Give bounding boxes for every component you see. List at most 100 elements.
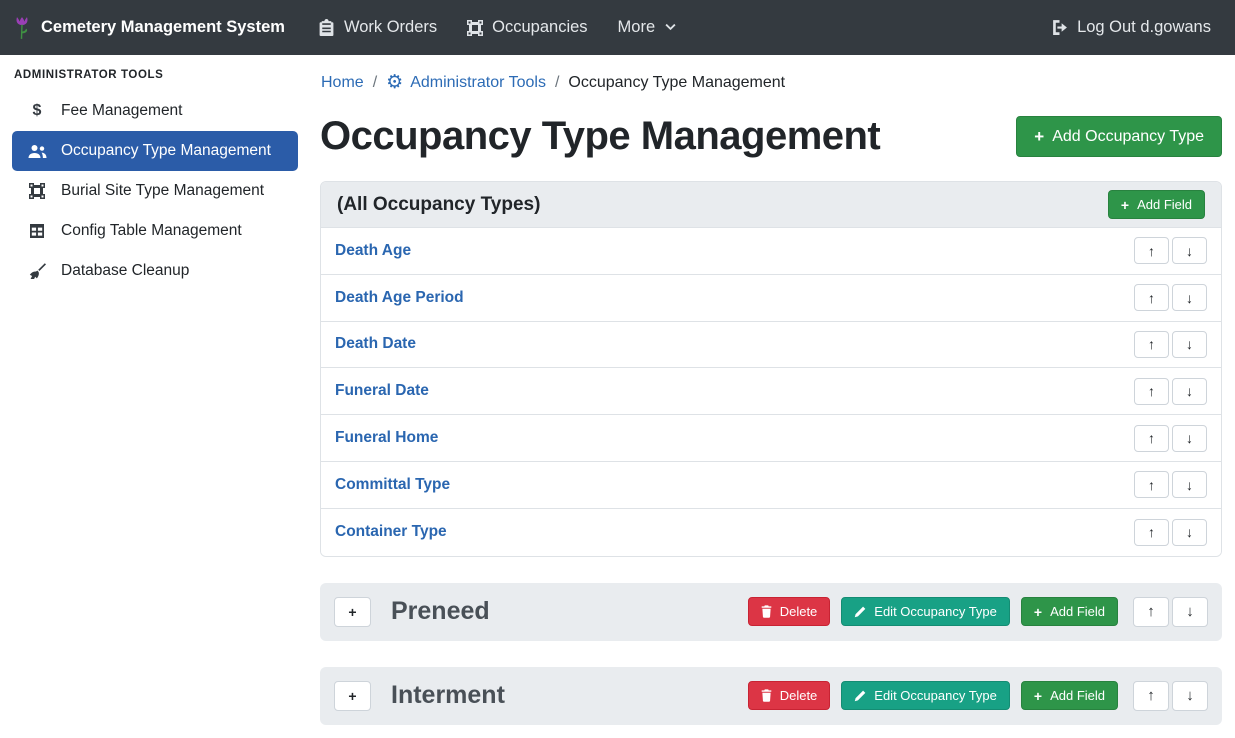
breadcrumb-home-link[interactable]: Home [321,74,364,92]
breadcrumb-admin-tools-label: Administrator Tools [410,74,546,92]
move-up-button[interactable]: ↑ [1134,425,1169,452]
users-icon [26,144,48,159]
add-occupancy-type-button[interactable]: + Add Occupancy Type [1016,116,1222,157]
up-arrow-icon: ↑ [1148,243,1155,259]
move-down-button[interactable]: ↓ [1172,681,1208,711]
plus-icon: + [1121,198,1129,212]
sidebar-item-label: Database Cleanup [61,262,189,280]
section-title: Preneed [391,597,748,626]
reorder-controls: ↑ ↓ [1134,378,1207,405]
edit-occupancy-type-button[interactable]: Edit Occupancy Type [841,597,1010,626]
sidebar-item-fee-management[interactable]: $ Fee Management [12,91,298,131]
up-arrow-icon: ↑ [1148,477,1155,493]
app-brand[interactable]: Cemetery Management System [12,15,285,41]
burial-site-icon [26,183,48,199]
reorder-controls: ↑ ↓ [1134,471,1207,498]
sidebar-item-label: Occupancy Type Management [61,142,271,160]
breadcrumb-separator: / [555,74,559,92]
nav-label: Occupancies [492,18,587,37]
sidebar-item-occupancy-type-management[interactable]: Occupancy Type Management [12,131,298,171]
field-row: Funeral Date ↑ ↓ [321,368,1221,415]
delete-button[interactable]: Delete [748,681,831,710]
down-arrow-icon: ↓ [1186,687,1194,704]
edit-occupancy-type-label: Edit Occupancy Type [874,604,997,619]
move-down-button[interactable]: ↓ [1172,237,1207,264]
nav-occupancies[interactable]: Occupancies [452,10,602,45]
reorder-controls: ↑ ↓ [1134,237,1207,264]
field-link-death-age-period[interactable]: Death Age Period [335,289,464,307]
section-actions: Delete Edit Occupancy Type + Add Field ↑… [748,681,1208,711]
occupancy-type-section-preneed: + Preneed Delete Edit Occupancy Type + A… [320,583,1222,641]
up-arrow-icon: ↑ [1147,687,1155,704]
reorder-controls: ↑ ↓ [1134,425,1207,452]
reorder-controls: ↑ ↓ [1134,284,1207,311]
up-arrow-icon: ↑ [1148,336,1155,352]
field-link-funeral-date[interactable]: Funeral Date [335,382,429,400]
gear-icon: ⚙ [386,73,403,92]
move-up-button[interactable]: ↑ [1134,237,1169,264]
plus-icon: + [1034,605,1042,619]
move-up-button[interactable]: ↑ [1134,378,1169,405]
occupancies-icon [467,20,483,36]
up-arrow-icon: ↑ [1148,383,1155,399]
delete-label: Delete [780,604,818,619]
section-title: Interment [391,681,748,710]
move-down-button[interactable]: ↓ [1172,471,1207,498]
edit-occupancy-type-label: Edit Occupancy Type [874,688,997,703]
move-up-button[interactable]: ↑ [1134,284,1169,311]
move-down-button[interactable]: ↓ [1172,519,1207,546]
table-icon [26,223,48,239]
page-title: Occupancy Type Management [320,114,880,159]
reorder-controls: ↑ ↓ [1134,331,1207,358]
move-up-button[interactable]: ↑ [1134,331,1169,358]
move-down-button[interactable]: ↓ [1172,597,1208,627]
delete-label: Delete [780,688,818,703]
field-link-container-type[interactable]: Container Type [335,523,447,541]
move-down-button[interactable]: ↓ [1172,284,1207,311]
add-field-button[interactable]: + Add Field [1108,190,1205,219]
move-up-button[interactable]: ↑ [1134,471,1169,498]
sidebar-item-label: Fee Management [61,102,183,120]
expand-section-button[interactable]: + [334,681,371,711]
nav-work-orders[interactable]: Work Orders [303,10,452,45]
move-up-button[interactable]: ↑ [1134,519,1169,546]
dollar-icon: $ [26,102,48,120]
add-field-button[interactable]: + Add Field [1021,681,1118,710]
expand-section-button[interactable]: + [334,597,371,627]
move-up-button[interactable]: ↑ [1133,681,1169,711]
logout-button[interactable]: Log Out d.gowans [1036,10,1211,45]
sidebar-item-label: Config Table Management [61,222,242,240]
up-arrow-icon: ↑ [1148,524,1155,540]
reorder-controls: ↑ ↓ [1134,519,1207,546]
field-link-funeral-home[interactable]: Funeral Home [335,429,438,447]
move-up-button[interactable]: ↑ [1133,597,1169,627]
plus-icon: + [1034,689,1042,703]
down-arrow-icon: ↓ [1186,603,1194,620]
main-content: Home / ⚙ Administrator Tools / Occupancy… [308,55,1235,738]
move-down-button[interactable]: ↓ [1172,331,1207,358]
field-link-death-date[interactable]: Death Date [335,335,416,353]
field-link-death-age[interactable]: Death Age [335,242,411,260]
move-down-button[interactable]: ↓ [1172,425,1207,452]
field-link-committal-type[interactable]: Committal Type [335,476,450,494]
breadcrumb-admin-tools-link[interactable]: ⚙ Administrator Tools [386,73,546,92]
delete-button[interactable]: Delete [748,597,831,626]
up-arrow-icon: ↑ [1147,603,1155,620]
field-row: Funeral Home ↑ ↓ [321,415,1221,462]
nav-more[interactable]: More [603,10,693,45]
plus-icon: + [348,605,356,619]
sidebar-item-burial-site-type-management[interactable]: Burial Site Type Management [12,171,298,211]
edit-occupancy-type-button[interactable]: Edit Occupancy Type [841,681,1010,710]
up-arrow-icon: ↑ [1148,430,1155,446]
add-field-button[interactable]: + Add Field [1021,597,1118,626]
breadcrumb: Home / ⚙ Administrator Tools / Occupancy… [321,73,1222,92]
top-navbar: Cemetery Management System Work Orders O… [0,0,1235,55]
sidebar-heading: Administrator Tools [14,69,298,81]
sidebar-item-database-cleanup[interactable]: Database Cleanup [12,251,298,291]
sidebar-item-label: Burial Site Type Management [61,182,264,200]
move-down-button[interactable]: ↓ [1172,378,1207,405]
admin-tools-sidebar: Administrator Tools $ Fee Management Occ… [0,55,308,738]
sidebar-item-config-table-management[interactable]: Config Table Management [12,211,298,251]
field-row: Committal Type ↑ ↓ [321,462,1221,509]
pencil-icon [854,690,866,702]
